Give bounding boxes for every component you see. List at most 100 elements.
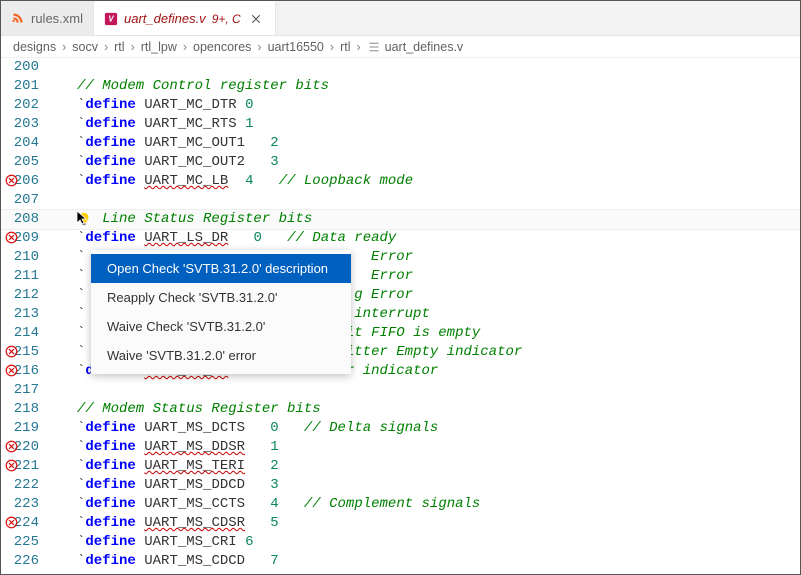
breadcrumb-item[interactable]: rtl_lpw [141,40,177,54]
code-line[interactable]: 219`define UART_MS_DCTS 0 // Delta signa… [1,419,800,438]
breadcrumb-item[interactable]: designs [13,40,56,54]
breadcrumb: designs› socv› rtl› rtl_lpw› opencores› … [1,36,800,58]
line-number: 211 [1,267,57,286]
code-content[interactable]: `define UART_MS_CDCD 7 [57,552,800,571]
code-line[interactable]: 208 Line Status Register bits [1,210,800,229]
whitespace [136,439,144,455]
code-line[interactable]: 218// Modem Status Register bits [1,400,800,419]
whitespace [136,458,144,474]
whitespace [136,154,144,170]
code-line[interactable]: 222`define UART_MS_DDCD 3 [1,476,800,495]
keyword: define [85,173,135,189]
identifier-error: UART_MS_DDSR [144,439,245,455]
code-line[interactable]: 220`define UART_MS_DDSR 1 [1,438,800,457]
error-icon[interactable] [5,440,18,453]
tab-modified-badge: 9+, C [212,12,241,26]
breadcrumb-item[interactable]: uart16550 [268,40,324,54]
whitespace [245,439,270,455]
whitespace [228,173,245,189]
line-number: 204 [1,134,57,153]
code-content[interactable]: // Modem Status Register bits [57,400,800,419]
code-line[interactable]: 204`define UART_MC_OUT1 2 [1,134,800,153]
whitespace [136,534,144,550]
error-icon[interactable] [5,459,18,472]
error-icon[interactable] [5,174,18,187]
identifier: UART_MS_CRI [144,534,236,550]
whitespace [136,230,144,246]
error-icon[interactable] [5,516,18,529]
code-line[interactable]: 203`define UART_MC_RTS 1 [1,115,800,134]
code-content[interactable]: `define UART_MS_CCTS 4 // Complement sig… [57,495,800,514]
number-literal: 1 [245,116,253,132]
line-number: 222 [1,476,57,495]
code-content[interactable]: `define UART_MS_TERI 2 [57,457,800,476]
code-content[interactable]: `define UART_MS_DDCD 3 [57,476,800,495]
breadcrumb-item[interactable]: opencores [193,40,251,54]
code-content[interactable]: `define UART_MC_OUT2 3 [57,153,800,172]
whitespace [279,496,304,512]
breadcrumb-item[interactable]: uart_defines.v [385,40,464,54]
keyword: define [85,534,135,550]
identifier: UART_MS_CDCD [144,553,245,569]
number-literal: 3 [270,154,278,170]
whitespace [245,154,270,170]
code-line[interactable]: 226`define UART_MS_CDCD 7 [1,552,800,571]
number-literal: 0 [270,420,278,436]
identifier: UART_MS_DDCD [144,477,245,493]
line-number: 202 [1,96,57,115]
keyword: define [85,496,135,512]
code-content[interactable]: `define UART_MS_DCTS 0 // Delta signals [57,419,800,438]
code-content[interactable]: `define UART_MC_LB 4 // Loopback mode [57,172,800,191]
number-literal: 5 [270,515,278,531]
comment-text: // Modem Status Register bits [77,401,321,417]
code-line[interactable]: 200 [1,58,800,77]
code-editor[interactable]: Open Check 'SVTB.31.2.0' description Rea… [1,58,800,574]
code-content[interactable]: // Modem Control register bits [57,77,800,96]
code-line[interactable]: 205`define UART_MC_OUT2 3 [1,153,800,172]
code-line[interactable]: 207 [1,191,800,210]
error-icon[interactable] [5,231,18,244]
comment-text: Error [363,268,413,284]
code-line[interactable]: 206`define UART_MC_LB 4 // Loopback mode [1,172,800,191]
code-line[interactable]: 217 [1,381,800,400]
code-line[interactable]: 223`define UART_MS_CCTS 4 // Complement … [1,495,800,514]
menu-item-waive-error[interactable]: Waive 'SVTB.31.2.0' error [91,341,351,370]
menu-item-reapply-check[interactable]: Reapply Check 'SVTB.31.2.0' [91,283,351,312]
line-number: 216 [1,362,57,381]
identifier-error: UART_MS_TERI [144,458,245,474]
code-line[interactable]: 221`define UART_MS_TERI 2 [1,457,800,476]
menu-item-open-check[interactable]: Open Check 'SVTB.31.2.0' description [91,254,351,283]
code-content[interactable]: `define UART_LS_DR 0 // Data ready [57,229,800,248]
context-menu: Open Check 'SVTB.31.2.0' description Rea… [91,250,351,374]
code-content[interactable]: `define UART_MS_CRI 6 [57,533,800,552]
code-content[interactable]: `define UART_MS_CDSR 5 [57,514,800,533]
tab-label: uart_defines.v [124,11,206,26]
line-number: 219 [1,419,57,438]
breadcrumb-item[interactable]: socv [72,40,98,54]
code-line[interactable]: 201// Modem Control register bits [1,77,800,96]
code-content[interactable]: `define UART_MS_DDSR 1 [57,438,800,457]
code-line[interactable]: 209`define UART_LS_DR 0 // Data ready [1,229,800,248]
tab-uart-defines[interactable]: V uart_defines.v 9+, C [94,1,276,35]
code-content[interactable]: `define UART_MC_OUT1 2 [57,134,800,153]
close-icon[interactable] [247,10,265,28]
tab-rules-xml[interactable]: rules.xml [1,1,94,35]
code-content[interactable]: `define UART_MC_RTS 1 [57,115,800,134]
error-icon[interactable] [5,364,18,377]
breadcrumb-item[interactable]: rtl [114,40,124,54]
menu-item-waive-check[interactable]: Waive Check 'SVTB.31.2.0' [91,312,351,341]
code-line[interactable]: 225`define UART_MS_CRI 6 [1,533,800,552]
code-line[interactable]: 224`define UART_MS_CDSR 5 [1,514,800,533]
breadcrumb-item[interactable]: rtl [340,40,350,54]
error-icon[interactable] [5,345,18,358]
line-number: 212 [1,286,57,305]
keyword: define [85,135,135,151]
code-line[interactable]: 202`define UART_MC_DTR 0 [1,96,800,115]
line-number: 225 [1,533,57,552]
code-content[interactable]: Line Status Register bits [57,210,800,229]
number-literal: 0 [253,230,261,246]
whitespace [136,135,144,151]
lightbulb-icon[interactable] [77,212,91,226]
number-literal: 2 [270,135,278,151]
code-content[interactable]: `define UART_MC_DTR 0 [57,96,800,115]
